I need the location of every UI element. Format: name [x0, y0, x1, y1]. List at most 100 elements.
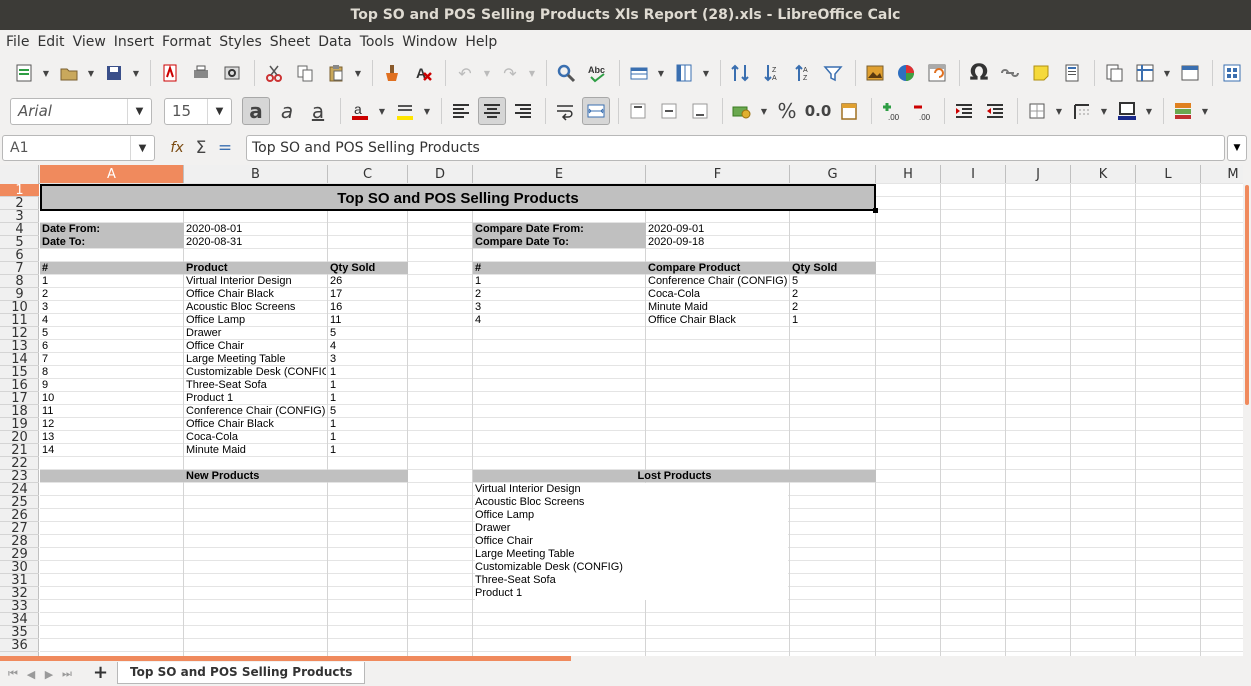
lost-product-cell[interactable]: Virtual Interior Design: [475, 483, 788, 496]
left-table-cell[interactable]: 12: [42, 418, 182, 431]
left-table-cell[interactable]: 14: [42, 444, 182, 457]
lost-product-cell[interactable]: Customizable Desk (CONFIG): [475, 561, 788, 574]
currency-format-icon[interactable]: [728, 97, 756, 125]
compare-date-to-value[interactable]: 2020-09-18: [648, 236, 788, 249]
border-style-dropdown-icon[interactable]: ▼: [1099, 97, 1109, 125]
right-table-cell[interactable]: Conference Chair (CONFIG): [648, 275, 788, 288]
horizontal-scroll-thumb[interactable]: [0, 656, 571, 661]
special-character-icon[interactable]: Ω: [965, 59, 993, 87]
compare-date-from-value[interactable]: 2020-09-01: [648, 223, 788, 236]
left-table-cell[interactable]: Coca-Cola: [186, 431, 326, 444]
sum-icon[interactable]: Σ: [189, 138, 213, 158]
menu-file[interactable]: File: [2, 31, 33, 53]
comment-icon[interactable]: [1027, 59, 1055, 87]
align-center-icon[interactable]: [478, 97, 506, 125]
menu-sheet[interactable]: Sheet: [266, 31, 314, 53]
left-table-cell[interactable]: Office Chair Black: [186, 418, 326, 431]
paste-dropdown-icon[interactable]: ▼: [353, 59, 363, 87]
date-to-label[interactable]: Date To:: [42, 236, 182, 249]
left-table-cell[interactable]: Virtual Interior Design: [186, 275, 326, 288]
left-table-cell[interactable]: Office Chair: [186, 340, 326, 353]
font-color-dropdown-icon[interactable]: ▼: [377, 97, 387, 125]
border-style-icon[interactable]: [1068, 97, 1096, 125]
column-header-k[interactable]: K: [1071, 165, 1136, 184]
column-header-d[interactable]: D: [408, 165, 473, 184]
left-table-cell[interactable]: 11: [42, 405, 182, 418]
right-table-cell[interactable]: 4: [475, 314, 644, 327]
left-table-cell[interactable]: 26: [330, 275, 406, 288]
right-table-cell[interactable]: Minute Maid: [648, 301, 788, 314]
menu-window[interactable]: Window: [398, 31, 461, 53]
left-table-cell[interactable]: Large Meeting Table: [186, 353, 326, 366]
lost-product-cell[interactable]: Large Meeting Table: [475, 548, 788, 561]
date-from-value[interactable]: 2020-08-01: [186, 223, 326, 236]
right-table-header[interactable]: Qty Sold: [792, 262, 874, 275]
formula-input[interactable]: Top SO and POS Selling Products: [246, 135, 1225, 161]
underline-button[interactable]: a: [304, 97, 332, 125]
menu-help[interactable]: Help: [461, 31, 501, 53]
find-replace-icon[interactable]: [552, 59, 580, 87]
right-table-cell[interactable]: 5: [792, 275, 874, 288]
border-color-icon[interactable]: [1113, 97, 1141, 125]
left-table-cell[interactable]: 8: [42, 366, 182, 379]
left-table-cell[interactable]: Three-Seat Sofa: [186, 379, 326, 392]
report-title[interactable]: Top SO and POS Selling Products: [40, 190, 876, 208]
cell-area[interactable]: Top SO and POS Selling Products Date From…: [40, 183, 1243, 656]
row-header-36[interactable]: 36: [0, 639, 39, 652]
right-table-cell[interactable]: Coca-Cola: [648, 288, 788, 301]
undo-icon[interactable]: ↶: [451, 59, 479, 87]
sheet-tab[interactable]: Top SO and POS Selling Products: [117, 662, 366, 684]
date-format-icon[interactable]: [835, 97, 863, 125]
pivot-table-icon[interactable]: [923, 59, 951, 87]
decrease-indent-icon[interactable]: [981, 97, 1009, 125]
lost-product-cell[interactable]: Acoustic Bloc Screens: [475, 496, 788, 509]
insert-image-icon[interactable]: [861, 59, 889, 87]
left-table-cell[interactable]: 11: [330, 314, 406, 327]
italic-button[interactable]: a: [273, 97, 301, 125]
left-table-cell[interactable]: 1: [42, 275, 182, 288]
open-folder-icon[interactable]: [55, 59, 83, 87]
compare-date-from-label[interactable]: Compare Date From:: [475, 223, 644, 236]
highlight-dropdown-icon[interactable]: ▼: [422, 97, 432, 125]
currency-dropdown-icon[interactable]: ▼: [759, 97, 769, 125]
date-from-label[interactable]: Date From:: [42, 223, 182, 236]
menu-styles[interactable]: Styles: [215, 31, 265, 53]
align-bottom-icon[interactable]: [686, 97, 714, 125]
left-table-cell[interactable]: 5: [330, 405, 406, 418]
export-pdf-icon[interactable]: [156, 59, 184, 87]
new-products-header[interactable]: New Products: [186, 470, 326, 483]
menu-insert[interactable]: Insert: [110, 31, 158, 53]
left-table-cell[interactable]: 1: [330, 444, 406, 457]
left-table-cell[interactable]: 1: [330, 392, 406, 405]
chevron-down-icon[interactable]: ▼: [130, 136, 154, 160]
new-dropdown-icon[interactable]: ▼: [41, 59, 51, 87]
align-top-icon[interactable]: [624, 97, 652, 125]
autofilter-icon[interactable]: [819, 59, 847, 87]
right-table-cell[interactable]: 1: [792, 314, 874, 327]
conditional-dropdown-icon[interactable]: ▼: [1200, 97, 1210, 125]
align-left-icon[interactable]: [447, 97, 475, 125]
left-table-header[interactable]: Qty Sold: [330, 262, 406, 275]
column-header-m[interactable]: M: [1201, 165, 1243, 184]
lost-product-cell[interactable]: Three-Seat Sofa: [475, 574, 788, 587]
font-color-icon[interactable]: a: [346, 97, 374, 125]
number-format-icon[interactable]: 0.0: [804, 97, 832, 125]
split-window-icon[interactable]: [1176, 59, 1204, 87]
right-table-cell[interactable]: 1: [475, 275, 644, 288]
left-table-cell[interactable]: 1: [330, 366, 406, 379]
print-preview-icon[interactable]: [218, 59, 246, 87]
column-header-h[interactable]: H: [876, 165, 941, 184]
redo-icon[interactable]: ↷: [496, 59, 524, 87]
chevron-down-icon[interactable]: ▼: [207, 98, 231, 124]
previous-sheet-icon[interactable]: ◀: [22, 668, 40, 681]
left-table-cell[interactable]: 5: [330, 327, 406, 340]
column-header-f[interactable]: F: [646, 165, 790, 184]
column-icon[interactable]: [670, 59, 698, 87]
compare-date-to-label[interactable]: Compare Date To:: [475, 236, 644, 249]
clear-formatting-icon[interactable]: A: [409, 59, 437, 87]
column-header-g[interactable]: G: [790, 165, 876, 184]
next-sheet-icon[interactable]: ▶: [40, 668, 58, 681]
increase-indent-icon[interactable]: [950, 97, 978, 125]
column-header-i[interactable]: I: [941, 165, 1006, 184]
menu-edit[interactable]: Edit: [33, 31, 68, 53]
